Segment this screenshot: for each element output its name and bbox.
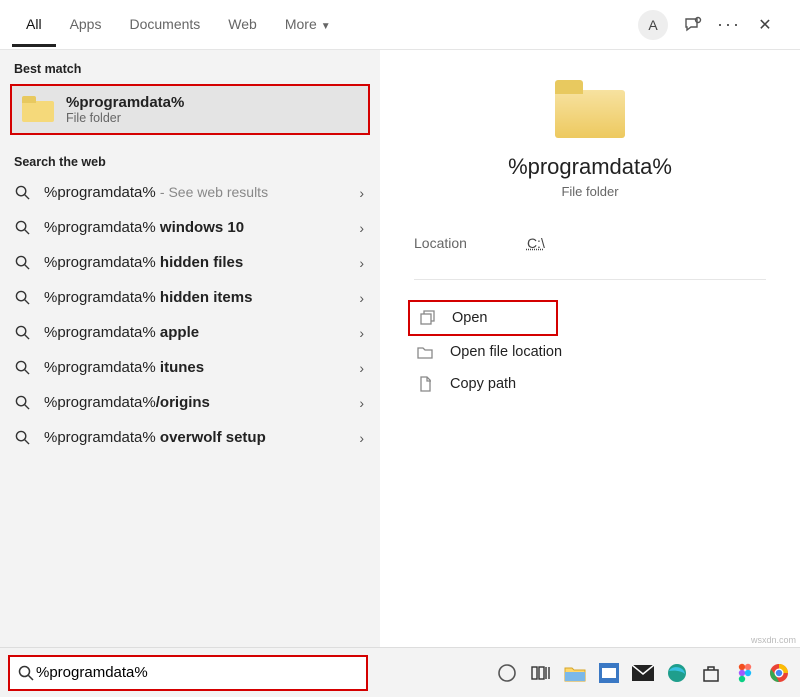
search-icon	[14, 255, 30, 271]
action-icon	[416, 375, 434, 393]
close-icon[interactable]: ✕	[754, 14, 776, 36]
web-result-text: %programdata% itunes	[44, 359, 359, 376]
web-result-1[interactable]: %programdata% windows 10 ›	[0, 210, 380, 245]
web-result-text: %programdata% - See web results	[44, 184, 359, 201]
watermark: wsxdn.com	[751, 635, 796, 645]
web-result-text: %programdata% apple	[44, 324, 359, 341]
search-web-label: Search the web	[0, 143, 380, 175]
web-result-0[interactable]: %programdata% - See web results ›	[0, 175, 380, 210]
chevron-right-icon: ›	[359, 395, 364, 411]
chevron-right-icon: ›	[359, 290, 364, 306]
app-icon-1[interactable]	[594, 658, 624, 688]
edge-icon[interactable]	[662, 658, 692, 688]
search-icon	[14, 290, 30, 306]
chevron-right-icon: ›	[359, 325, 364, 341]
web-result-6[interactable]: %programdata%/origins ›	[0, 385, 380, 420]
web-result-text: %programdata% hidden files	[44, 254, 359, 271]
folder-icon	[22, 96, 54, 124]
action-icon	[416, 343, 434, 361]
chevron-right-icon: ›	[359, 255, 364, 271]
web-result-text: %programdata% hidden items	[44, 289, 359, 306]
search-icon	[14, 185, 30, 201]
search-icon	[14, 395, 30, 411]
action-copy-path[interactable]: Copy path	[408, 368, 668, 400]
best-match-title: %programdata%	[66, 94, 184, 111]
store-icon[interactable]	[696, 658, 726, 688]
best-match-result[interactable]: %programdata% File folder	[10, 84, 370, 135]
chevron-down-icon: ▼	[321, 21, 331, 32]
mail-icon[interactable]	[628, 658, 658, 688]
best-match-label: Best match	[0, 50, 380, 82]
more-options-icon[interactable]: ···	[718, 14, 740, 36]
action-open-file-location[interactable]: Open file location	[408, 336, 668, 368]
preview-panel: %programdata% File folder Location C:\ O…	[380, 50, 800, 647]
action-label: Open file location	[450, 344, 562, 360]
chevron-right-icon: ›	[359, 185, 364, 201]
search-icon	[14, 360, 30, 376]
web-result-7[interactable]: %programdata% overwolf setup ›	[0, 420, 380, 455]
best-match-subtitle: File folder	[66, 111, 184, 125]
task-view-icon[interactable]	[526, 658, 556, 688]
taskbar	[0, 647, 800, 697]
web-result-3[interactable]: %programdata% hidden items ›	[0, 280, 380, 315]
search-input[interactable]	[34, 663, 358, 682]
tab-more[interactable]: More▼	[271, 2, 345, 47]
action-open[interactable]: Open	[408, 300, 558, 336]
search-box[interactable]	[8, 655, 368, 691]
user-avatar[interactable]: A	[638, 10, 668, 40]
web-result-5[interactable]: %programdata% itunes ›	[0, 350, 380, 385]
feedback-icon[interactable]	[682, 14, 704, 36]
web-result-text: %programdata% windows 10	[44, 219, 359, 236]
search-icon	[14, 325, 30, 341]
chevron-right-icon: ›	[359, 360, 364, 376]
cortana-icon[interactable]	[492, 658, 522, 688]
preview-subtitle: File folder	[380, 184, 800, 199]
preview-title: %programdata%	[380, 154, 800, 180]
tab-apps[interactable]: Apps	[56, 2, 116, 47]
action-icon	[418, 309, 436, 327]
tab-web[interactable]: Web	[214, 2, 271, 47]
web-result-text: %programdata% overwolf setup	[44, 429, 359, 446]
chrome-icon[interactable]	[764, 658, 794, 688]
search-icon	[14, 430, 30, 446]
web-result-text: %programdata%/origins	[44, 394, 359, 411]
results-panel: Best match %programdata% File folder Sea…	[0, 50, 380, 647]
folder-icon-large	[555, 80, 625, 138]
figma-icon[interactable]	[730, 658, 760, 688]
tab-all[interactable]: All	[12, 2, 56, 47]
chevron-right-icon: ›	[359, 430, 364, 446]
tab-documents[interactable]: Documents	[115, 2, 214, 47]
search-icon	[18, 665, 34, 681]
chevron-right-icon: ›	[359, 220, 364, 236]
action-label: Open	[452, 310, 487, 326]
web-result-2[interactable]: %programdata% hidden files ›	[0, 245, 380, 280]
search-icon	[14, 220, 30, 236]
location-label: Location	[414, 235, 467, 251]
location-value[interactable]: C:\	[527, 235, 545, 251]
action-label: Copy path	[450, 376, 516, 392]
web-result-4[interactable]: %programdata% apple ›	[0, 315, 380, 350]
file-explorer-icon[interactable]	[560, 658, 590, 688]
